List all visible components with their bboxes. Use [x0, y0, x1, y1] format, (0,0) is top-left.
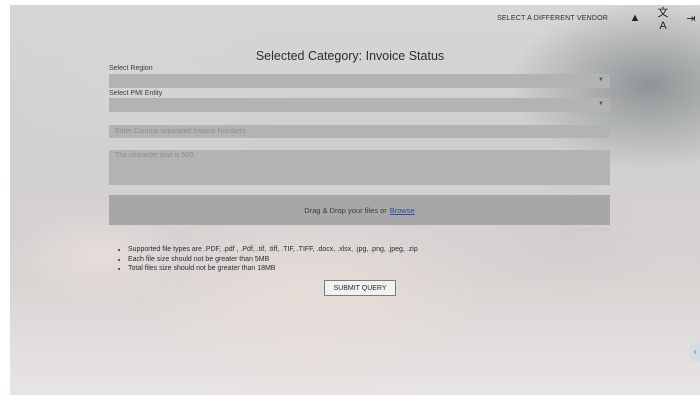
- chevron-down-icon: ▼: [598, 101, 604, 107]
- translate-icon[interactable]: 文A: [656, 4, 670, 32]
- home-icon[interactable]: ▲: [628, 12, 642, 24]
- list-item: Supported file types are .PDF, .pdf , .P…: [128, 245, 418, 255]
- file-requirements-list: Supported file types are .PDF, .pdf , .P…: [116, 245, 418, 274]
- chevron-down-icon: ▼: [598, 77, 604, 83]
- side-panel-toggle[interactable]: ‹: [690, 342, 700, 362]
- powered-by-text: Powered by Filepond: [572, 227, 610, 232]
- select-vendor-link[interactable]: SELECT A DIFFERENT VENDOR: [497, 15, 608, 22]
- logout-icon[interactable]: ⇥: [684, 12, 698, 25]
- dropzone-text: Drag & Drop your files or: [304, 205, 387, 215]
- browse-link[interactable]: Browse: [390, 206, 415, 215]
- entity-select[interactable]: ▼: [109, 98, 610, 112]
- submit-query-button[interactable]: SUBMIT QUERY: [324, 280, 396, 296]
- page-title: Selected Category: Invoice Status: [255, 49, 445, 63]
- entity-label: Select PMI Entity: [109, 90, 163, 97]
- list-item: Each file size should not be greater tha…: [128, 255, 418, 265]
- file-dropzone[interactable]: Drag & Drop your files or Browse: [109, 195, 610, 225]
- comment-textarea[interactable]: [109, 150, 610, 185]
- top-bar: SELECT A DIFFERENT VENDOR ▲ 文A ⇥: [497, 7, 700, 32]
- region-select[interactable]: ▼: [109, 74, 610, 88]
- invoice-numbers-input[interactable]: [109, 125, 610, 138]
- list-item: Total files size should not be greater t…: [128, 264, 418, 274]
- region-label: Select Region: [109, 65, 153, 72]
